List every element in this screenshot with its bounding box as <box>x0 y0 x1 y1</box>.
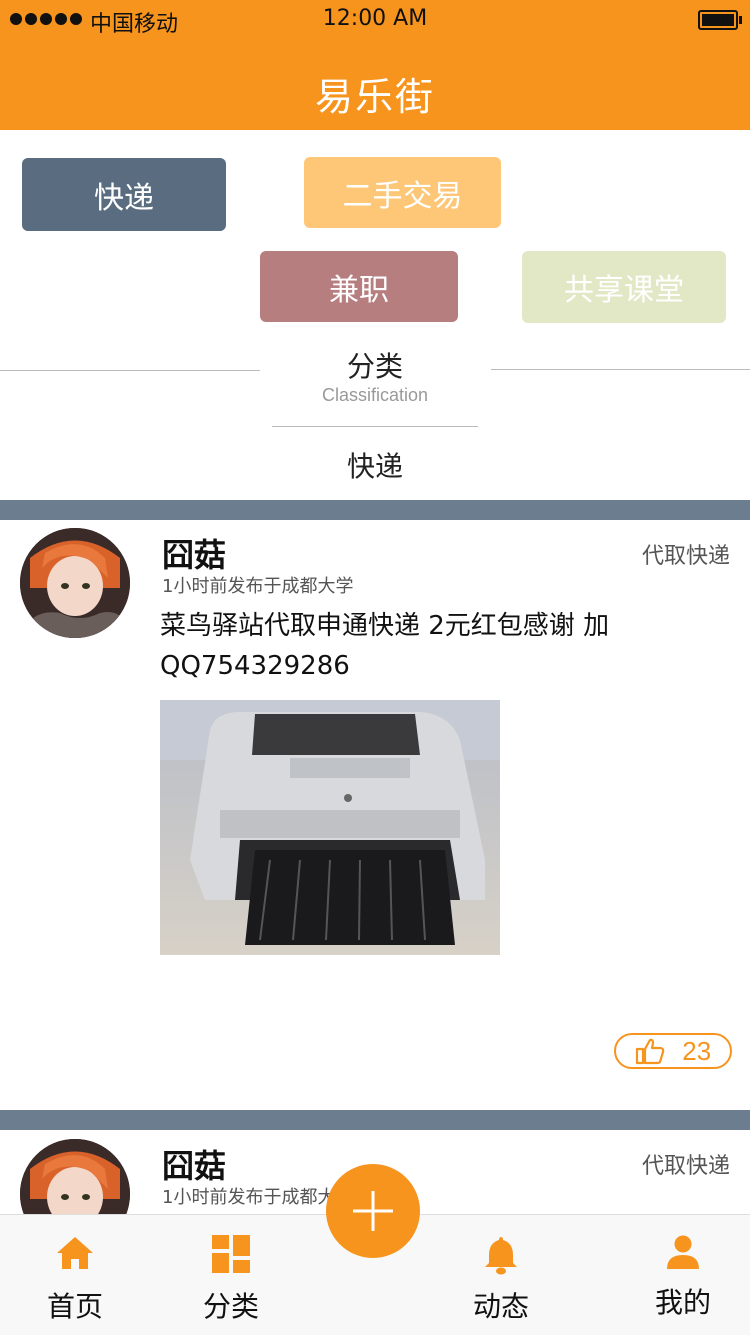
avatar[interactable] <box>20 1139 130 1214</box>
page-title: 易乐街 <box>314 75 435 119</box>
plus-icon <box>353 1191 393 1231</box>
battery-icon <box>698 10 742 30</box>
printer-photo-icon <box>160 700 500 955</box>
post-tag: 代取快递 <box>641 544 730 569</box>
like-button[interactable]: 23 <box>614 1033 732 1069</box>
section-subtitle: Classification <box>321 385 429 405</box>
section-divider-center <box>272 426 478 427</box>
tab-profile-label: 我的 <box>654 1286 711 1319</box>
status-time: 12:00 AM <box>322 6 428 31</box>
section-band <box>0 500 750 520</box>
avatar-image <box>20 528 130 638</box>
grid-icon <box>212 1235 250 1273</box>
section-band <box>0 1110 750 1130</box>
tab-category-label: 分类 <box>202 1290 259 1323</box>
category-secondhand-button[interactable]: 二手交易 <box>304 157 501 228</box>
post-image[interactable] <box>160 700 500 955</box>
post-author[interactable]: 囧菇 <box>162 1141 226 1187</box>
category-parttime-button[interactable]: 兼职 <box>260 251 458 322</box>
status-bar: 中国移动 12:00 AM <box>0 0 750 40</box>
top-bar: 中国移动 12:00 AM 易乐街 <box>0 0 750 130</box>
thumbs-up-icon <box>635 1038 665 1065</box>
avatar-image <box>20 1139 130 1214</box>
category-express-button[interactable]: 快递 <box>22 158 226 231</box>
tab-home-label: 首页 <box>46 1290 103 1323</box>
tab-profile[interactable]: 我的 <box>623 1215 743 1335</box>
tab-home[interactable]: 首页 <box>15 1215 135 1335</box>
post-time: 1小时前发布于成都大学 <box>162 1187 354 1208</box>
tab-category[interactable]: 分类 <box>171 1215 291 1335</box>
section-title: 分类 <box>346 350 403 383</box>
user-icon <box>667 1235 699 1269</box>
category-shared-class-button[interactable]: 共享课堂 <box>522 251 726 323</box>
post-tag: 代取快递 <box>641 1154 730 1179</box>
avatar[interactable] <box>20 528 130 638</box>
tab-activity[interactable]: 动态 <box>441 1215 561 1335</box>
post-time: 1小时前发布于成都大学 <box>162 576 354 597</box>
post-card[interactable]: 囧菇 1小时前发布于成都大学 代取快递 菜鸟驿站代取申通快递 2元红包感谢 加Q… <box>0 520 750 1110</box>
bell-icon <box>485 1237 517 1275</box>
like-count: 23 <box>682 1035 712 1066</box>
add-post-button[interactable] <box>326 1164 420 1258</box>
post-content: 菜鸟驿站代取申通快递 2元红包感谢 加QQ754329286 <box>160 611 610 681</box>
current-category[interactable]: 快递 <box>0 445 750 485</box>
home-icon <box>57 1237 93 1269</box>
post-author[interactable]: 囧菇 <box>162 530 226 576</box>
tab-activity-label: 动态 <box>472 1290 529 1323</box>
